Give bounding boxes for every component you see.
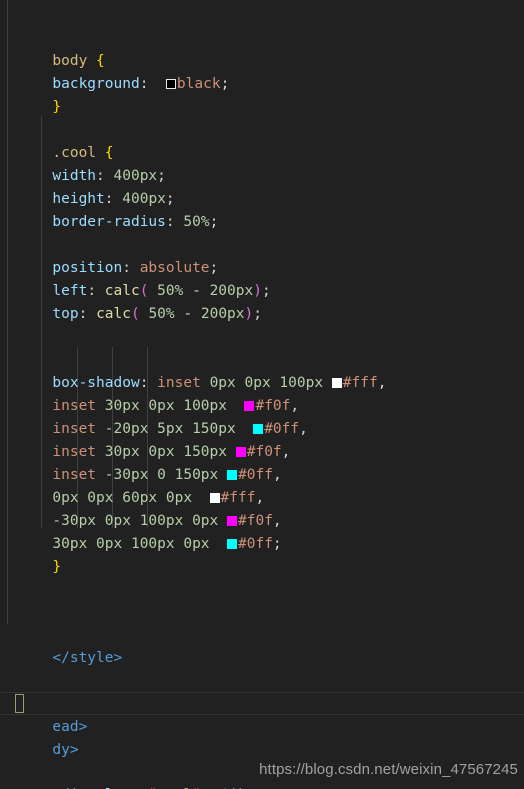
code-line[interactable]: top: calc( 50% - 200px); (0, 257, 524, 322)
code-line[interactable]: box-shadow: inset 0px 0px 100px #fff, (0, 326, 524, 391)
code-line[interactable]: inset -30px 0 150px #0ff, (0, 418, 524, 483)
semicolon: ; (165, 191, 175, 207)
calc-operand-a: 50% (157, 283, 184, 299)
code-line[interactable]: } (0, 50, 524, 115)
semicolon: ; (261, 283, 271, 299)
code-line[interactable]: inset 30px 0px 150px #f0f, (0, 395, 524, 460)
code-line-active[interactable]: dy> (0, 693, 524, 758)
code-line[interactable]: width: 400px; (0, 119, 524, 184)
code-line[interactable]: } (0, 510, 524, 575)
value-black: black (176, 76, 221, 92)
value-height: 400px (122, 191, 166, 207)
code-line[interactable]: ead> (0, 670, 524, 735)
shadow-color: #0ff (238, 536, 273, 552)
open-paren: ( (130, 306, 140, 322)
code-line[interactable]: background: black; (0, 27, 524, 92)
code-line[interactable]: </style> (0, 601, 524, 666)
calc-function: calc (104, 283, 140, 299)
colon: : (104, 191, 114, 207)
code-editor-pane[interactable]: body { background: black; } .cool { widt… (0, 0, 524, 789)
property-top: top (52, 306, 79, 322)
code-line[interactable]: border-radius: 50%; (0, 165, 524, 230)
code-line[interactable]: inset 30px 0px 100px #f0f, (0, 349, 524, 414)
semicolon: ; (253, 306, 262, 322)
calc-function: calc (96, 306, 131, 322)
calc-operand-b: 200px (200, 306, 245, 322)
code-line[interactable]: height: 400px; (0, 142, 524, 207)
calc-operator: - (192, 283, 201, 299)
semicolon: ; (272, 536, 282, 552)
code-line[interactable]: 0px 0px 60px 0px #fff, (0, 441, 524, 506)
close-brace: } (52, 559, 62, 575)
code-line[interactable]: -30px 0px 100px 0px #f0f, (0, 464, 524, 529)
head-close-tag: ead> (52, 719, 88, 735)
black-swatch-icon[interactable] (165, 79, 176, 89)
calc-operand-b: 200px (209, 283, 254, 299)
watermark-url: https://blog.csdn.net/weixin_47567245 (259, 761, 518, 778)
calc-operator: - (183, 306, 193, 322)
code-line[interactable]: body { (0, 4, 524, 69)
code-line[interactable]: 30px 0px 100px 0px #0ff; (0, 487, 524, 552)
shadow-offsets: 30px 0px 100px 0px (52, 536, 210, 552)
code-line[interactable]: inset -20px 5px 150px #0ff, (0, 372, 524, 437)
style-close-tag: </style> (52, 650, 123, 666)
calc-operand-a: 50% (148, 306, 175, 322)
property-background: background (52, 76, 140, 92)
code-line[interactable]: left: calc( 50% - 200px); (0, 234, 524, 299)
semicolon: ; (220, 76, 230, 92)
close-paren: ) (244, 306, 254, 322)
close-paren: ) (253, 283, 262, 299)
code-line[interactable]: .cool { (0, 96, 524, 161)
cyan-swatch-icon[interactable] (227, 539, 237, 549)
code-line[interactable]: position: absolute; (0, 211, 524, 276)
